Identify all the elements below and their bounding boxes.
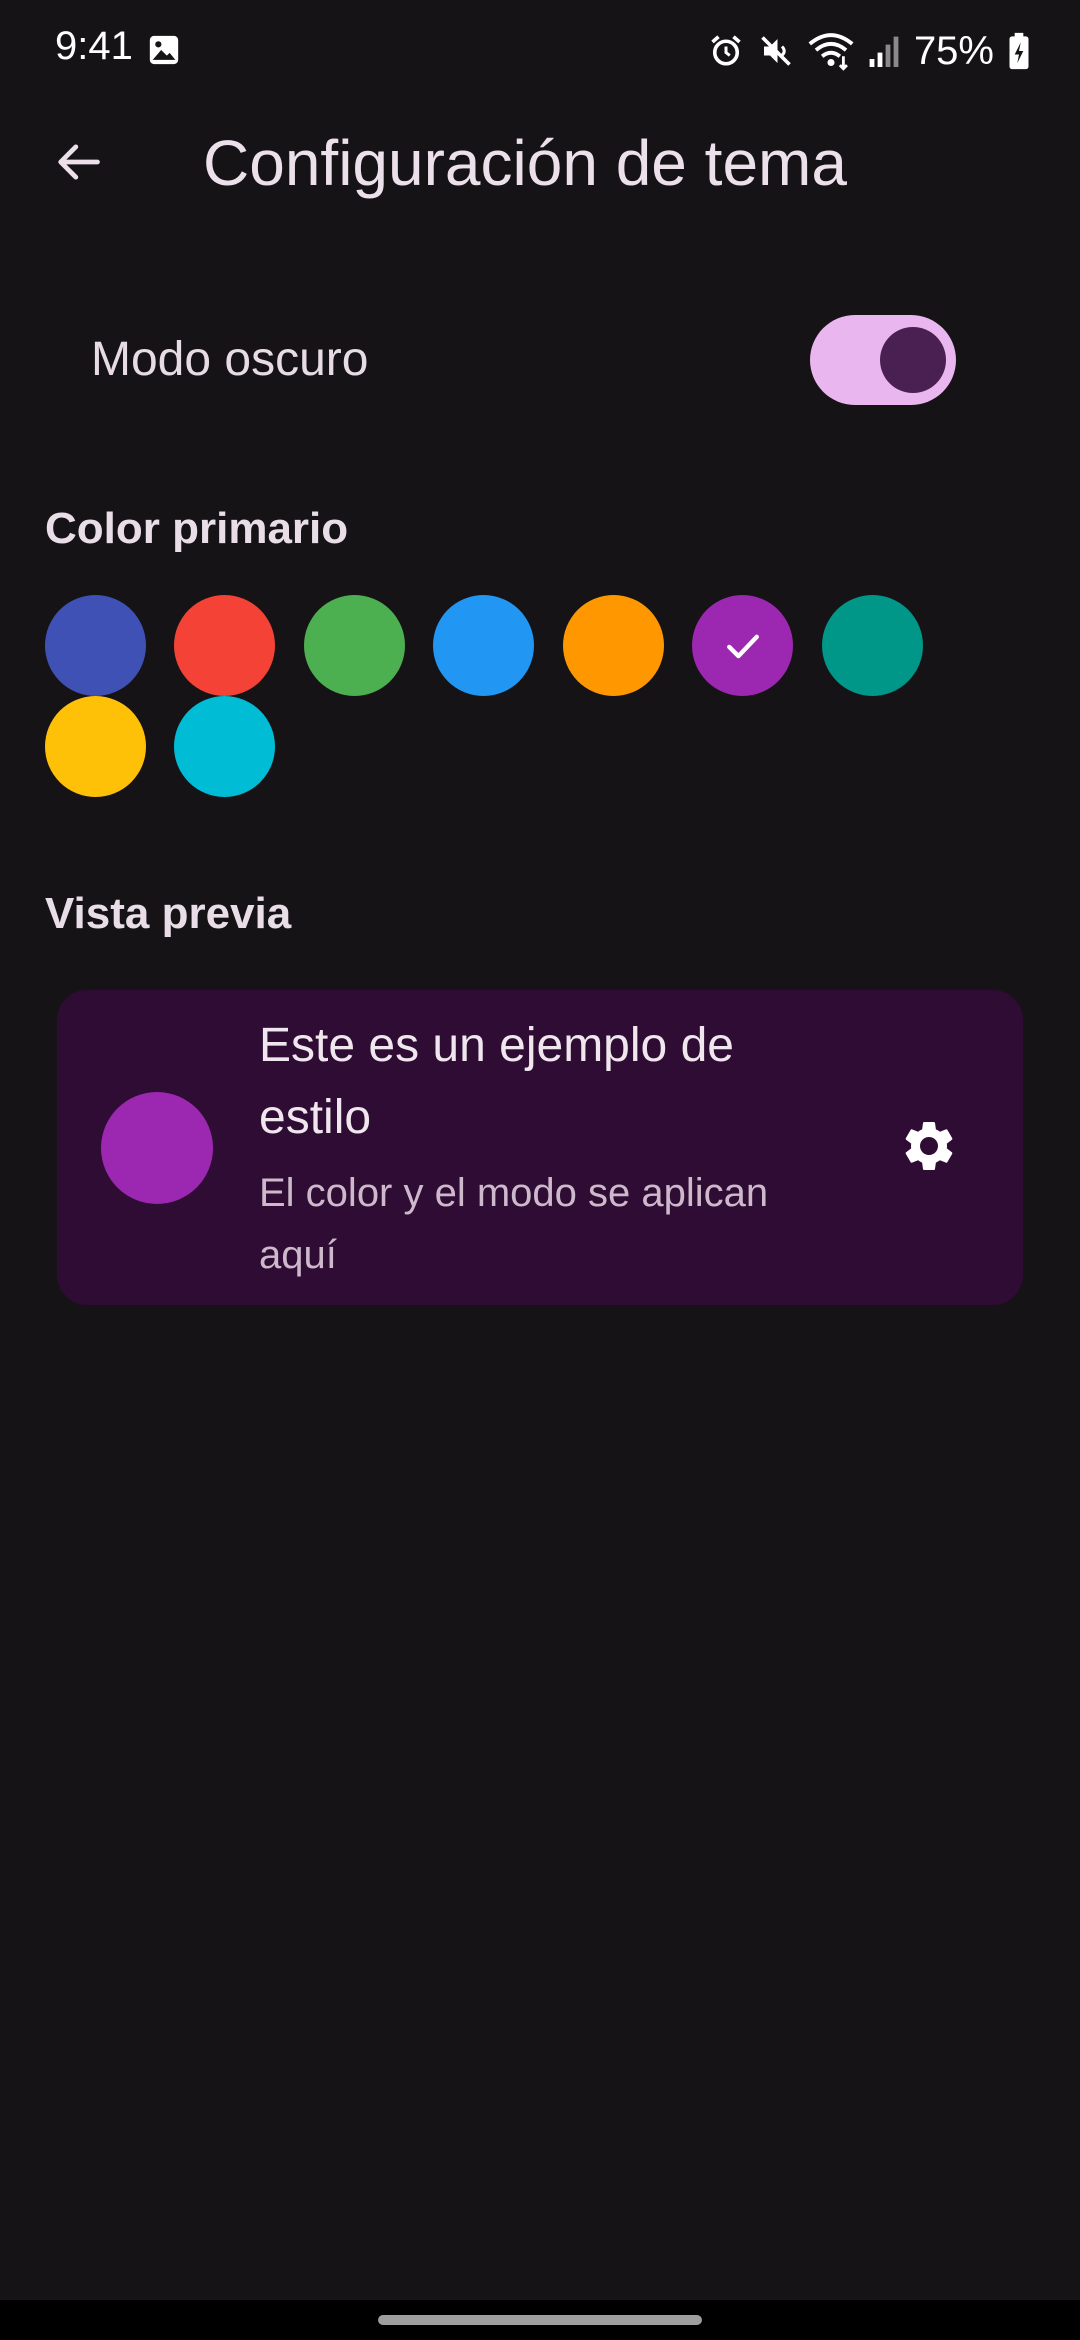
color-swatch-teal[interactable]	[822, 595, 923, 696]
preview-settings-button[interactable]	[893, 1110, 965, 1182]
signal-icon	[869, 36, 899, 67]
mute-icon	[761, 36, 791, 66]
battery-charging-icon	[1009, 32, 1029, 70]
preview-title: Vista previa	[45, 889, 292, 938]
color-swatch-amber[interactable]	[45, 696, 146, 797]
gesture-nav-bar	[0, 2300, 1080, 2340]
color-swatch-cyan[interactable]	[174, 696, 275, 797]
arrow-back-icon	[58, 144, 100, 180]
switch-thumb	[880, 327, 946, 393]
preview-avatar	[101, 1092, 213, 1204]
color-swatch-red[interactable]	[174, 595, 275, 696]
home-indicator[interactable]	[378, 2315, 702, 2325]
preview-card-subtitle: El color y el modo se aplican aquí	[259, 1171, 769, 1277]
back-button[interactable]	[40, 124, 116, 200]
page-title: Configuración de tema	[203, 127, 847, 199]
color-swatch-green[interactable]	[304, 595, 405, 696]
dark-mode-label: Modo oscuro	[91, 333, 369, 386]
preview-card-title: Este es un ejemplo de estilo	[259, 1019, 734, 1144]
preview-card: Este es un ejemplo de estilo El color y …	[57, 990, 1023, 1305]
primary-color-title: Color primario	[45, 504, 349, 553]
gallery-icon	[149, 35, 179, 65]
status-bar: 9:41 75%	[0, 0, 1080, 100]
battery-percentage: 75%	[913, 29, 994, 73]
wifi-icon	[808, 33, 854, 71]
check-icon	[726, 634, 759, 658]
color-swatch-blue[interactable]	[433, 595, 534, 696]
app-bar: Configuración de tema	[0, 100, 1080, 220]
color-swatch-indigo[interactable]	[45, 595, 146, 696]
gear-icon	[905, 1122, 953, 1170]
dark-mode-switch[interactable]	[810, 315, 956, 405]
color-swatch-purple[interactable]	[692, 595, 793, 696]
theme-settings-screen: 9:41 75% Configuración de tema Modo oscu…	[0, 0, 1080, 2300]
alarm-icon	[711, 35, 741, 66]
status-time: 9:41	[55, 24, 133, 68]
status-icons: 75%	[708, 24, 1030, 78]
color-swatch-orange[interactable]	[563, 595, 664, 696]
dark-mode-row[interactable]: Modo oscuro	[0, 300, 1080, 420]
